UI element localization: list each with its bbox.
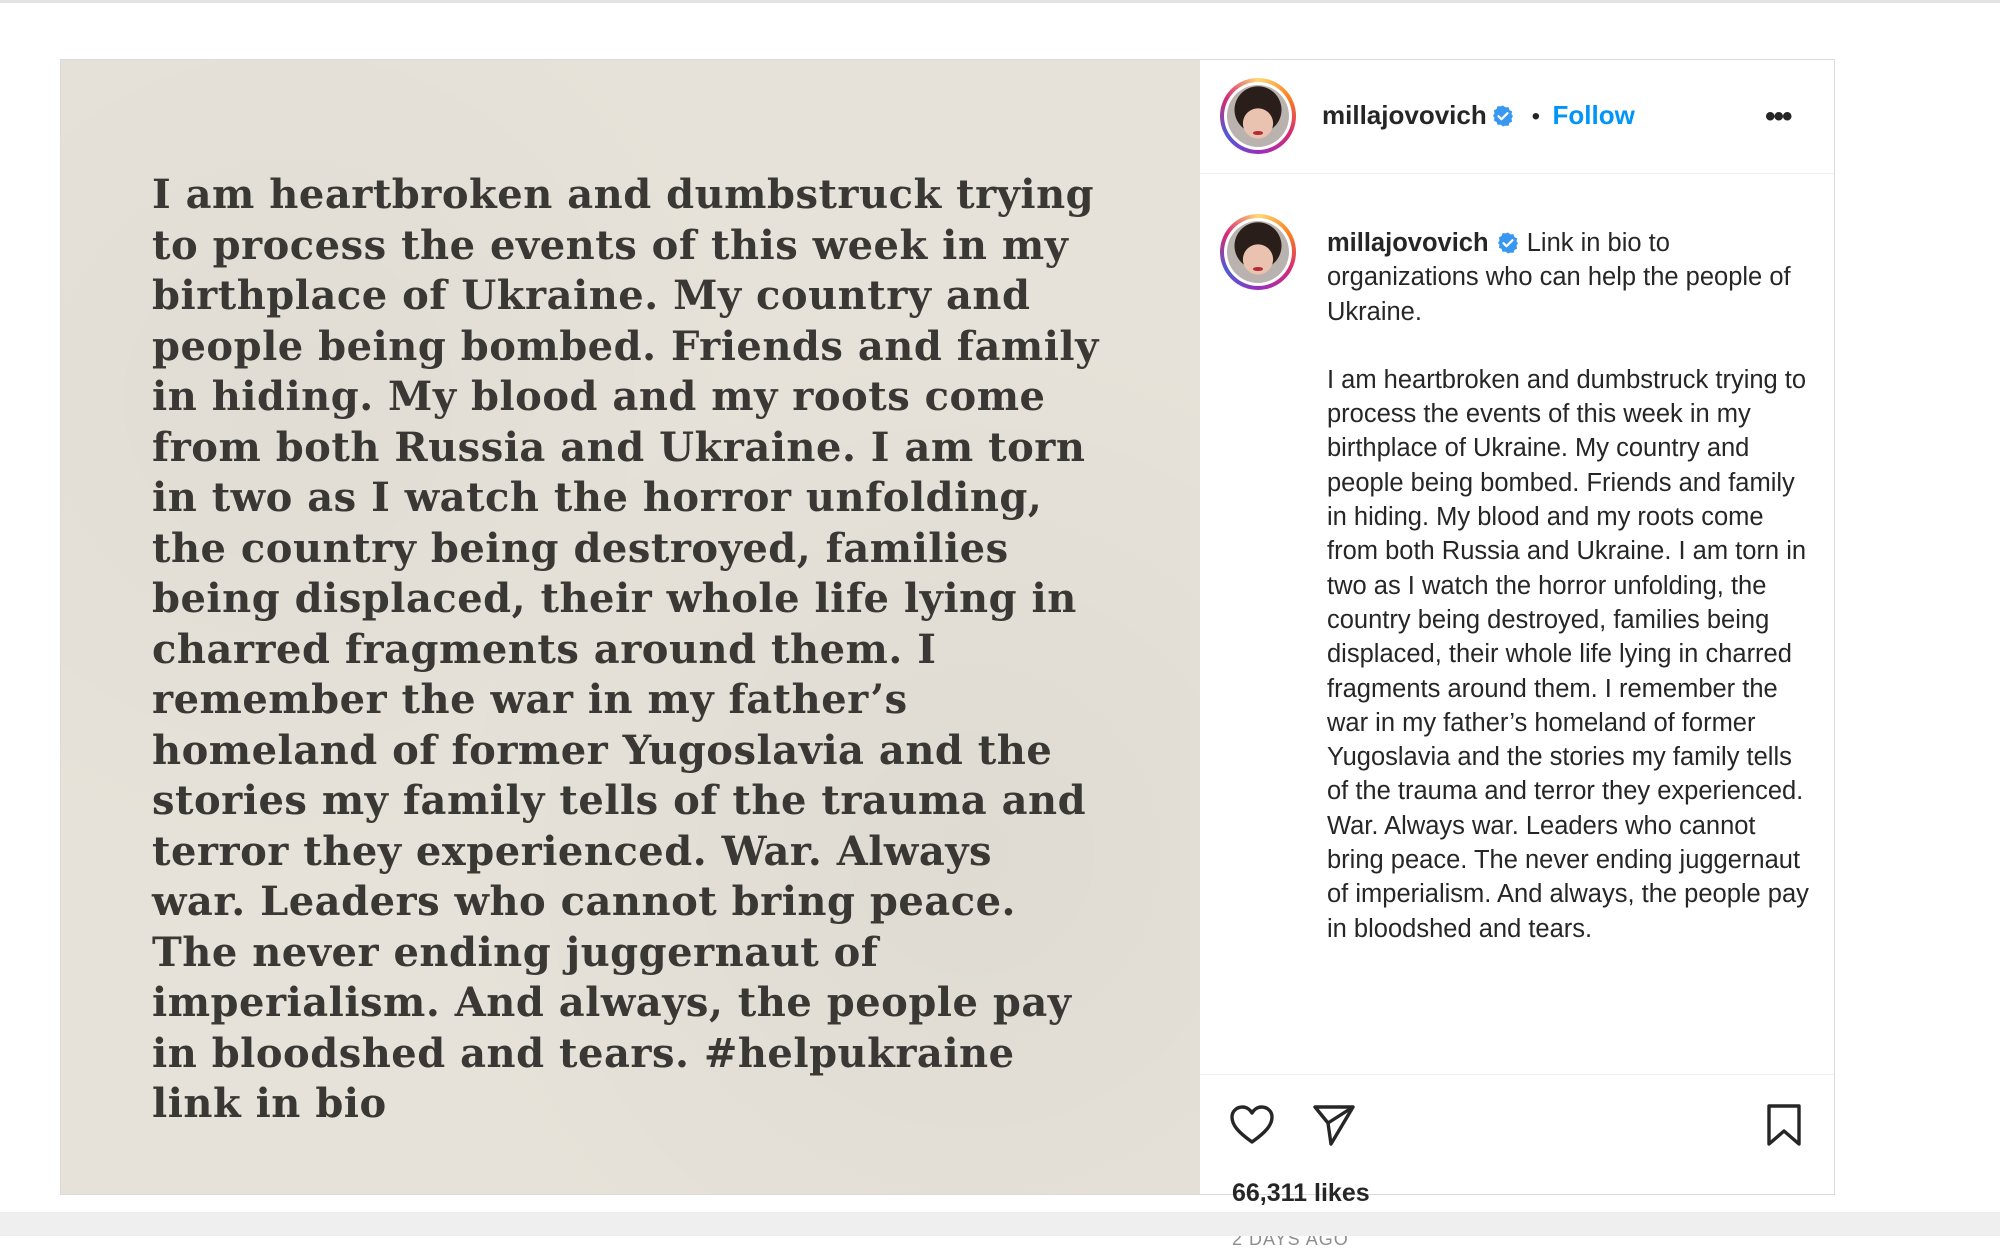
avatar-image bbox=[1227, 221, 1289, 283]
comments-section[interactable]: millajovovich Link in bio to organizatio… bbox=[1200, 174, 1834, 1074]
bottom-strip bbox=[0, 1212, 2000, 1236]
header-user-row: millajovovich • Follow bbox=[1322, 100, 1635, 131]
post-header: millajovovich • Follow ••• bbox=[1200, 60, 1834, 174]
send-icon[interactable] bbox=[1310, 1101, 1358, 1149]
post-sidebar: millajovovich • Follow ••• millajovovich bbox=[1200, 60, 1834, 1249]
more-options-icon[interactable]: ••• bbox=[1765, 102, 1805, 132]
verified-badge-icon bbox=[1493, 105, 1514, 127]
top-divider bbox=[0, 0, 2000, 3]
actions-bar: 66,311 likes 2 DAYS AGO bbox=[1200, 1074, 1834, 1249]
follow-button[interactable]: Follow bbox=[1553, 100, 1635, 130]
likes-count[interactable]: 66,311 likes bbox=[1232, 1179, 1370, 1208]
avatar-image bbox=[1227, 85, 1289, 147]
caption: millajovovich Link in bio to organizatio… bbox=[1327, 226, 1817, 946]
caption-avatar[interactable] bbox=[1220, 214, 1296, 290]
post-image[interactable]: I am heartbroken and dumbstruck trying t… bbox=[61, 60, 1200, 1194]
header-username[interactable]: millajovovich bbox=[1322, 100, 1487, 130]
verified-badge-icon bbox=[1497, 232, 1518, 254]
bookmark-icon[interactable] bbox=[1760, 1101, 1808, 1149]
caption-body: I am heartbroken and dumbstruck trying t… bbox=[1327, 365, 1809, 943]
caption-username[interactable]: millajovovich bbox=[1327, 229, 1489, 257]
avatar[interactable] bbox=[1220, 78, 1296, 154]
post-image-text: I am heartbroken and dumbstruck trying t… bbox=[152, 171, 1099, 1127]
instagram-post: I am heartbroken and dumbstruck trying t… bbox=[60, 59, 1835, 1249]
separator-dot: • bbox=[1531, 103, 1541, 130]
heart-icon[interactable] bbox=[1228, 1101, 1276, 1149]
